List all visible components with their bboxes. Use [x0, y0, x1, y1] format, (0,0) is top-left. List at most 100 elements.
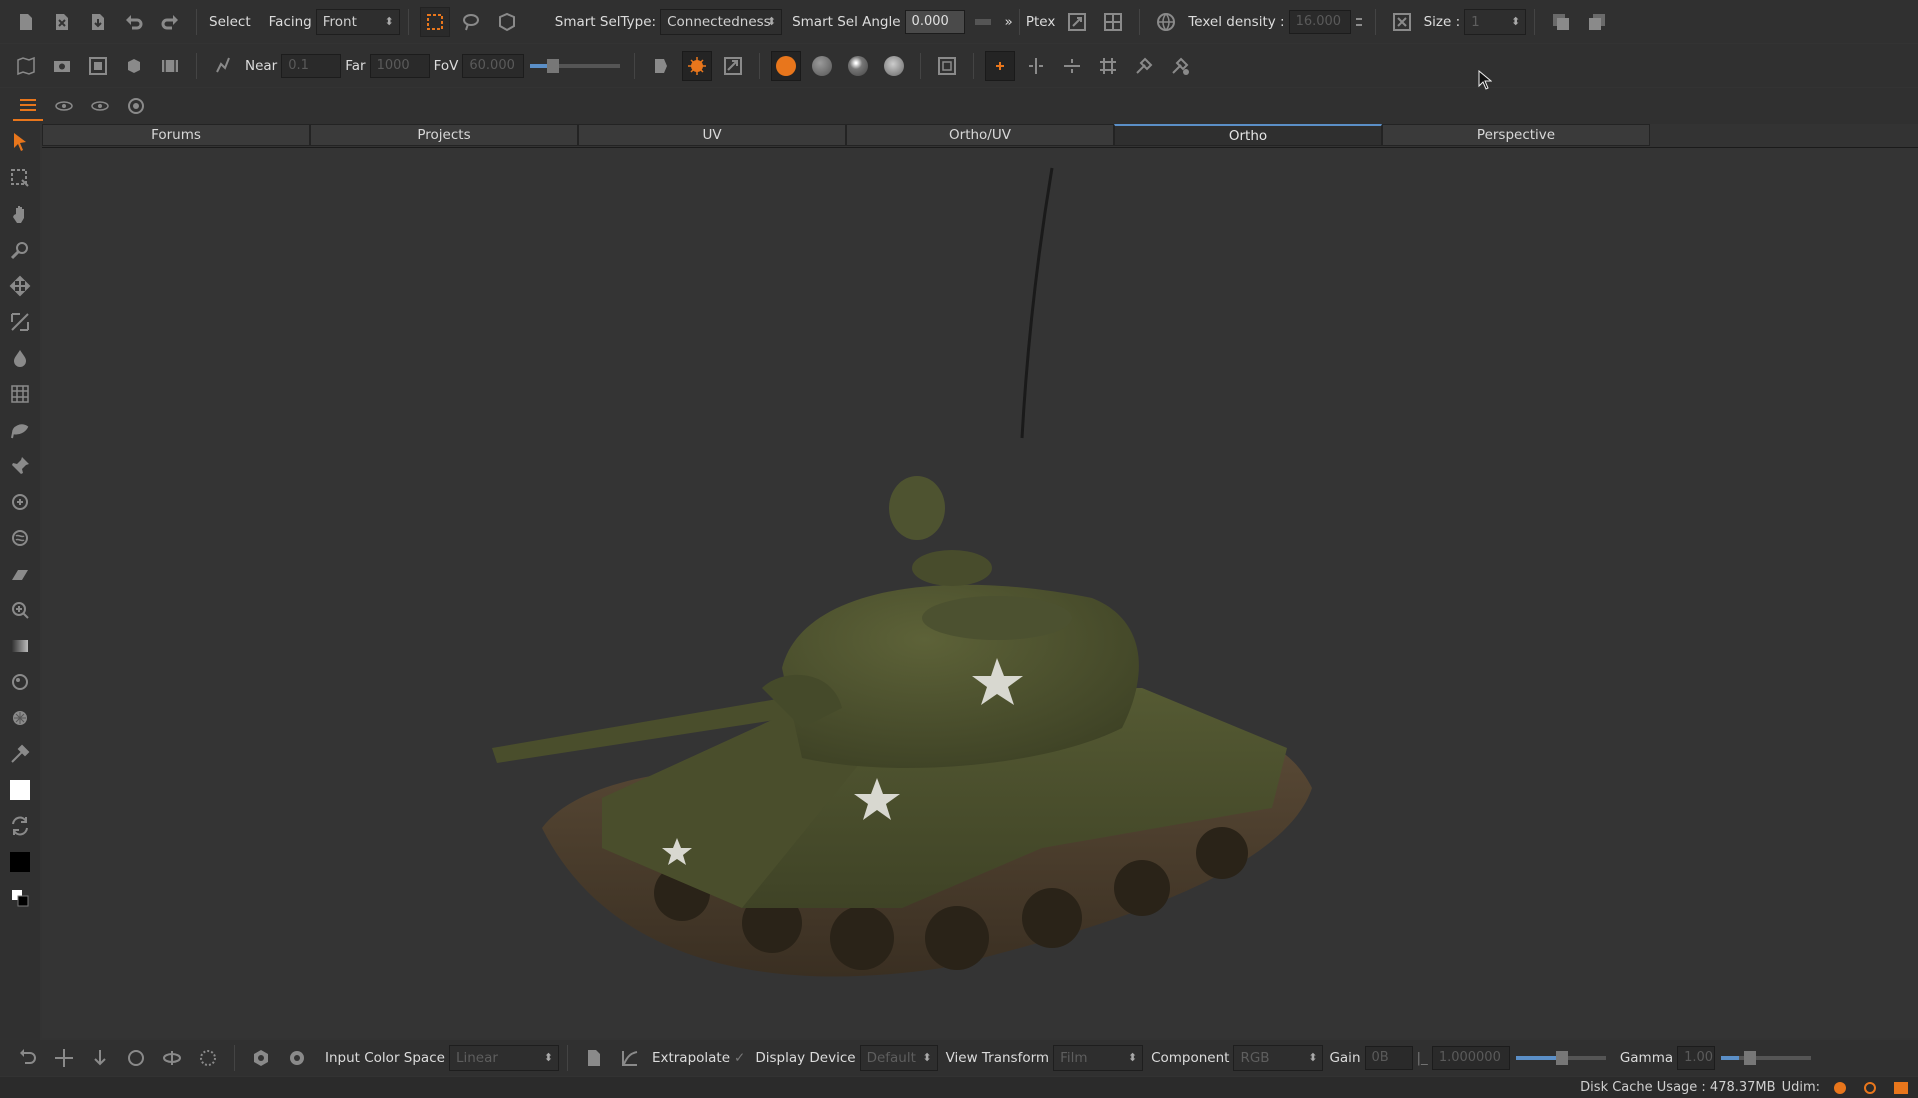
curve-icon[interactable]	[615, 1043, 645, 1073]
extrapolate-checkbox[interactable]: ✓	[734, 1050, 745, 1066]
shading-flat-orange-icon[interactable]	[771, 50, 802, 81]
texel-density-input[interactable]: 16.000	[1288, 9, 1351, 34]
zoom-tool-icon[interactable]	[3, 232, 37, 268]
globe-icon[interactable]	[1151, 7, 1181, 37]
paint-brush-icon[interactable]	[682, 50, 713, 81]
uv-unwrap-icon[interactable]	[718, 51, 748, 81]
udim-status-icon[interactable]	[1834, 1081, 1846, 1094]
gradient-tool-icon[interactable]	[3, 628, 37, 664]
fov-slider[interactable]	[530, 58, 621, 73]
gear-icon[interactable]	[282, 1043, 312, 1073]
paint-mask-icon[interactable]	[646, 51, 676, 81]
swap-colors-icon[interactable]	[3, 808, 37, 844]
arrow-down-icon[interactable]	[85, 1043, 115, 1073]
eraser-tool-icon[interactable]	[3, 556, 37, 592]
transform-tool-icon[interactable]	[3, 304, 37, 340]
map-icon[interactable]	[11, 51, 41, 81]
paste-layer-icon[interactable]	[1582, 7, 1612, 37]
orbit-gizmo-icon[interactable]	[157, 1043, 187, 1073]
eye-layer-icon[interactable]	[49, 91, 79, 121]
cube-icon[interactable]	[119, 51, 149, 81]
texel-fit-icon[interactable]	[1387, 7, 1417, 37]
foreground-color-swatch[interactable]	[3, 772, 37, 808]
eye-texture-icon[interactable]	[121, 91, 151, 121]
wireframe-icon[interactable]	[932, 51, 962, 81]
sculpt-tool-icon[interactable]	[3, 412, 37, 448]
symmetry-point-icon[interactable]	[985, 50, 1016, 81]
ptex-grid-icon[interactable]	[1098, 7, 1128, 37]
shading-matte-icon[interactable]	[807, 51, 837, 81]
notification-icon[interactable]	[1894, 1081, 1908, 1094]
gain-number-input[interactable]: 1.000000	[1431, 1046, 1510, 1070]
redo-icon[interactable]	[155, 7, 185, 37]
viewport-ortho[interactable]	[42, 148, 1918, 1038]
grid-tool-icon[interactable]	[3, 376, 37, 412]
input-color-space-dropdown[interactable]: Linear	[448, 1045, 559, 1071]
save-file-icon[interactable]	[83, 7, 113, 37]
smart-select-icon[interactable]	[492, 7, 522, 37]
new-file-icon[interactable]	[11, 7, 41, 37]
hex-settings-icon[interactable]	[246, 1043, 276, 1073]
symmetry-y-icon[interactable]	[1057, 51, 1087, 81]
undo-icon[interactable]	[119, 7, 149, 37]
tank-model[interactable]	[42, 148, 1918, 1038]
symmetry-x-icon[interactable]	[1021, 51, 1051, 81]
tab-ortho-uv[interactable]: Ortho/UV	[846, 124, 1114, 146]
more-glyph[interactable]: »	[1005, 14, 1013, 30]
far-input[interactable]: 1000	[369, 53, 430, 78]
film-icon[interactable]	[155, 51, 185, 81]
fov-input[interactable]: 60.000	[462, 53, 525, 78]
ptex-resize-icon[interactable]	[1062, 7, 1092, 37]
angle-slider-icon[interactable]	[968, 7, 998, 37]
view-transform-dropdown[interactable]: Film	[1053, 1045, 1144, 1071]
copy-layer-icon[interactable]	[1546, 7, 1576, 37]
tab-forums[interactable]: Forums	[42, 124, 310, 146]
select-tool-icon[interactable]	[3, 124, 37, 160]
camera-view-icon[interactable]	[47, 51, 77, 81]
layers-eye-icon[interactable]	[13, 91, 43, 121]
frame-all-icon[interactable]	[83, 51, 113, 81]
clone-tool-icon[interactable]	[3, 484, 37, 520]
blur-tool-icon[interactable]	[3, 664, 37, 700]
document-icon[interactable]	[579, 1043, 609, 1073]
smart-sel-angle-input[interactable]: 0.000	[904, 9, 965, 34]
near-input[interactable]: 0.1	[281, 53, 342, 78]
activity-icon[interactable]	[1864, 1081, 1876, 1094]
picker-tool-icon[interactable]	[3, 736, 37, 772]
pin-tool-icon[interactable]	[3, 448, 37, 484]
tab-uv[interactable]: UV	[578, 124, 846, 146]
lasso-select-icon[interactable]	[456, 7, 486, 37]
tab-perspective[interactable]: Perspective	[1382, 124, 1650, 146]
eye-visible-icon[interactable]	[85, 91, 115, 121]
brush-settings-icon[interactable]	[1129, 51, 1159, 81]
marquee-tool-icon[interactable]	[3, 160, 37, 196]
reset-colors-icon[interactable]	[3, 880, 37, 916]
fill-tool-icon[interactable]	[3, 592, 37, 628]
shading-glossy-icon[interactable]	[843, 51, 873, 81]
display-device-dropdown[interactable]: Default	[859, 1045, 938, 1071]
smudge-tool-icon[interactable]	[3, 520, 37, 556]
background-color-swatch[interactable]	[3, 844, 37, 880]
smart-seltype-dropdown[interactable]: Connectedness	[660, 8, 783, 35]
dotted-circle-icon[interactable]	[193, 1043, 223, 1073]
pan-tool-icon[interactable]	[3, 196, 37, 232]
gamma-input[interactable]: 1.00	[1677, 1046, 1716, 1070]
rect-select-icon[interactable]	[419, 6, 450, 37]
rotate-gizmo-icon[interactable]	[121, 1043, 151, 1073]
gamma-slider[interactable]	[1721, 1051, 1812, 1065]
move-tool-icon[interactable]	[3, 268, 37, 304]
walk-camera-icon[interactable]	[208, 51, 238, 81]
close-file-icon[interactable]	[47, 7, 77, 37]
move-gizmo-icon[interactable]	[49, 1043, 79, 1073]
gain-input[interactable]: 0B	[1364, 1046, 1413, 1070]
size-input[interactable]: 1	[1464, 8, 1527, 35]
gain-slider[interactable]	[1515, 1051, 1606, 1065]
facing-dropdown[interactable]: Front	[315, 8, 400, 35]
component-dropdown[interactable]: RGB	[1233, 1045, 1324, 1071]
brush-reset-icon[interactable]	[1165, 51, 1195, 81]
tab-ortho[interactable]: Ortho	[1114, 124, 1382, 146]
tab-projects[interactable]: Projects	[310, 124, 578, 146]
texture-tool-icon[interactable]	[3, 700, 37, 736]
texel-spin-icon[interactable]	[1354, 7, 1364, 37]
symmetry-grid-icon[interactable]	[1093, 51, 1123, 81]
